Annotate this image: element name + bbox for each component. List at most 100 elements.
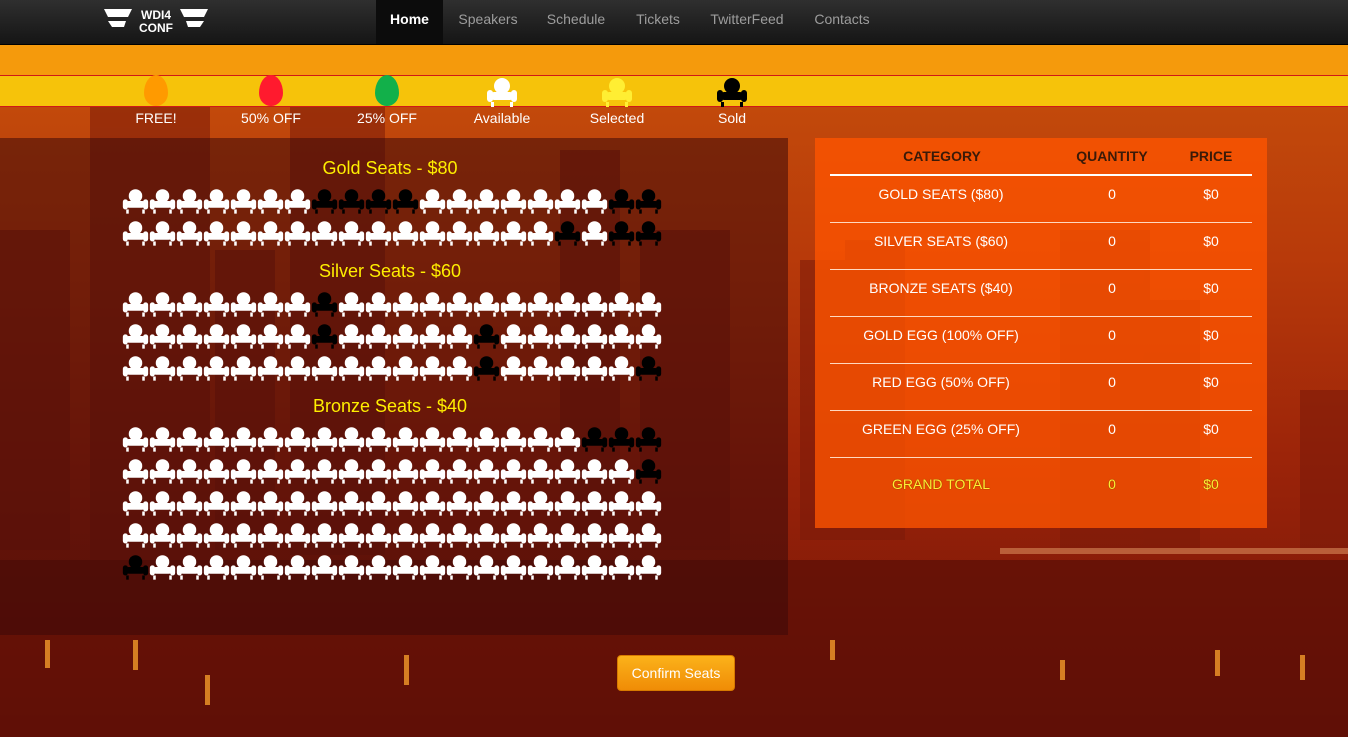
available-seat-icon[interactable] <box>149 218 176 248</box>
available-seat-icon[interactable] <box>446 488 473 518</box>
nav-schedule[interactable]: Schedule <box>537 0 615 44</box>
available-seat-icon[interactable] <box>527 456 554 486</box>
available-seat-icon[interactable] <box>203 424 230 454</box>
available-seat-icon[interactable] <box>203 552 230 582</box>
available-seat-icon[interactable] <box>365 552 392 582</box>
available-seat-icon[interactable] <box>176 186 203 216</box>
available-seat-icon[interactable] <box>500 353 527 383</box>
available-seat-icon[interactable] <box>284 488 311 518</box>
available-seat-icon[interactable] <box>554 353 581 383</box>
available-seat-icon[interactable] <box>122 520 149 550</box>
available-seat-icon[interactable] <box>257 353 284 383</box>
available-seat-icon[interactable] <box>581 488 608 518</box>
available-seat-icon[interactable] <box>230 552 257 582</box>
available-seat-icon[interactable] <box>257 321 284 351</box>
available-seat-icon[interactable] <box>554 456 581 486</box>
available-seat-icon[interactable] <box>419 186 446 216</box>
nav-speakers[interactable]: Speakers <box>449 0 527 44</box>
available-seat-icon[interactable] <box>284 456 311 486</box>
available-seat-icon[interactable] <box>338 353 365 383</box>
available-seat-icon[interactable] <box>446 456 473 486</box>
available-seat-icon[interactable] <box>122 289 149 319</box>
available-seat-icon[interactable] <box>392 520 419 550</box>
available-seat-icon[interactable] <box>203 218 230 248</box>
available-seat-icon[interactable] <box>365 424 392 454</box>
available-seat-icon[interactable] <box>473 552 500 582</box>
available-seat-icon[interactable] <box>230 289 257 319</box>
available-seat-icon[interactable] <box>338 520 365 550</box>
available-seat-icon[interactable] <box>230 520 257 550</box>
available-seat-icon[interactable] <box>122 456 149 486</box>
available-seat-icon[interactable] <box>257 186 284 216</box>
available-seat-icon[interactable] <box>581 321 608 351</box>
available-seat-icon[interactable] <box>446 353 473 383</box>
available-seat-icon[interactable] <box>554 289 581 319</box>
available-seat-icon[interactable] <box>527 321 554 351</box>
available-seat-icon[interactable] <box>581 289 608 319</box>
available-seat-icon[interactable] <box>122 321 149 351</box>
available-seat-icon[interactable] <box>419 321 446 351</box>
available-seat-icon[interactable] <box>338 218 365 248</box>
available-seat-icon[interactable] <box>527 353 554 383</box>
available-seat-icon[interactable] <box>338 456 365 486</box>
available-seat-icon[interactable] <box>419 353 446 383</box>
available-seat-icon[interactable] <box>176 552 203 582</box>
available-seat-icon[interactable] <box>284 353 311 383</box>
available-seat-icon[interactable] <box>554 424 581 454</box>
available-seat-icon[interactable] <box>149 353 176 383</box>
available-seat-icon[interactable] <box>392 289 419 319</box>
available-seat-icon[interactable] <box>473 456 500 486</box>
available-seat-icon[interactable] <box>473 289 500 319</box>
available-seat-icon[interactable] <box>176 289 203 319</box>
available-seat-icon[interactable] <box>230 353 257 383</box>
available-seat-icon[interactable] <box>419 552 446 582</box>
available-seat-icon[interactable] <box>608 289 635 319</box>
available-seat-icon[interactable] <box>635 289 662 319</box>
available-seat-icon[interactable] <box>149 289 176 319</box>
available-seat-icon[interactable] <box>122 186 149 216</box>
available-seat-icon[interactable] <box>608 488 635 518</box>
confirm-seats-button[interactable]: Confirm Seats <box>617 655 735 691</box>
available-seat-icon[interactable] <box>203 321 230 351</box>
available-seat-icon[interactable] <box>149 321 176 351</box>
available-seat-icon[interactable] <box>581 520 608 550</box>
available-seat-icon[interactable] <box>446 218 473 248</box>
available-seat-icon[interactable] <box>446 520 473 550</box>
available-seat-icon[interactable] <box>581 353 608 383</box>
available-seat-icon[interactable] <box>527 520 554 550</box>
nav-home[interactable]: Home <box>376 0 443 44</box>
available-seat-icon[interactable] <box>581 218 608 248</box>
available-seat-icon[interactable] <box>230 488 257 518</box>
available-seat-icon[interactable] <box>311 552 338 582</box>
available-seat-icon[interactable] <box>608 552 635 582</box>
available-seat-icon[interactable] <box>419 289 446 319</box>
available-seat-icon[interactable] <box>176 424 203 454</box>
available-seat-icon[interactable] <box>176 488 203 518</box>
available-seat-icon[interactable] <box>365 353 392 383</box>
nav-tickets[interactable]: Tickets <box>626 0 690 44</box>
available-seat-icon[interactable] <box>500 424 527 454</box>
available-seat-icon[interactable] <box>257 488 284 518</box>
available-seat-icon[interactable] <box>284 218 311 248</box>
available-seat-icon[interactable] <box>257 520 284 550</box>
available-seat-icon[interactable] <box>365 456 392 486</box>
available-seat-icon[interactable] <box>122 353 149 383</box>
available-seat-icon[interactable] <box>419 456 446 486</box>
available-seat-icon[interactable] <box>446 186 473 216</box>
available-seat-icon[interactable] <box>500 456 527 486</box>
available-seat-icon[interactable] <box>149 456 176 486</box>
available-seat-icon[interactable] <box>230 186 257 216</box>
available-seat-icon[interactable] <box>446 424 473 454</box>
available-seat-icon[interactable] <box>500 552 527 582</box>
available-seat-icon[interactable] <box>284 424 311 454</box>
available-seat-icon[interactable] <box>284 321 311 351</box>
available-seat-icon[interactable] <box>392 552 419 582</box>
available-seat-icon[interactable] <box>311 488 338 518</box>
available-seat-icon[interactable] <box>392 488 419 518</box>
available-seat-icon[interactable] <box>419 424 446 454</box>
available-seat-icon[interactable] <box>149 520 176 550</box>
available-seat-icon[interactable] <box>203 186 230 216</box>
available-seat-icon[interactable] <box>149 552 176 582</box>
available-seat-icon[interactable] <box>365 218 392 248</box>
nav-twitterfeed[interactable]: TwitterFeed <box>701 0 793 44</box>
